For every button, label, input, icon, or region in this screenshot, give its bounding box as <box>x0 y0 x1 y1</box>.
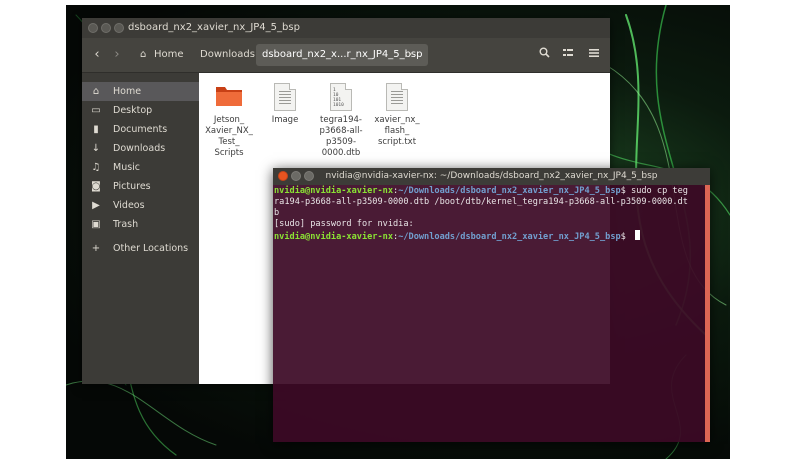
breadcrumb-current-folder[interactable]: dsboard_nx2_x...r_nx_JP4_5_bsp <box>256 44 429 66</box>
folder-icon <box>216 87 242 106</box>
terminal-scrollbar[interactable] <box>705 185 710 442</box>
pictures-icon: ◙ <box>91 181 101 192</box>
terminal-output[interactable]: nvidia@nvidia-xavier-nx:~/Downloads/dsbo… <box>274 185 705 443</box>
sidebar-item-music[interactable]: ♫ Music <box>82 158 199 177</box>
terminal-titlebar: nvidia@nvidia-xavier-nx: ~/Downloads/dsb… <box>273 168 710 185</box>
terminal-title: nvidia@nvidia-xavier-nx: ~/Downloads/dsb… <box>325 171 658 181</box>
documents-icon: ▮ <box>93 124 99 135</box>
terminal-line: nvidia@nvidia-xavier-nx:~/Downloads/dsbo… <box>274 230 705 243</box>
text-cursor <box>635 230 641 240</box>
home-icon: ⌂ <box>92 86 100 97</box>
desktop-icon: ▭ <box>91 105 101 116</box>
sidebar-item-desktop[interactable]: ▭ Desktop <box>82 101 199 120</box>
file-name-line: 0000.dtb <box>321 148 361 158</box>
menu-icon[interactable] <box>584 44 604 66</box>
file-item-folder[interactable]: Jetson_ Xavier_NX_ Test_ Scripts <box>201 83 257 159</box>
minimize-window-button[interactable] <box>101 23 111 33</box>
close-icon[interactable] <box>278 171 288 181</box>
terminal-line: b <box>274 208 280 218</box>
terminal-window[interactable]: nvidia@nvidia-xavier-nx: ~/Downloads/dsb… <box>273 168 710 442</box>
search-icon[interactable] <box>534 44 554 66</box>
file-name-line: flash_ <box>384 126 410 136</box>
sidebar-item-trash[interactable]: ▣ Trash <box>82 215 199 234</box>
text-file-icon <box>274 83 296 111</box>
maximize-icon[interactable] <box>304 171 314 181</box>
file-manager-toolbar: ‹ › ⌂ Home Downloads dsboard_nx2_x...r_n… <box>82 38 610 73</box>
trash-icon: ▣ <box>91 219 101 230</box>
breadcrumb-home[interactable]: ⌂ Home <box>136 44 190 66</box>
terminal-line: nvidia@nvidia-xavier-nx:~/Downloads/dsbo… <box>274 186 688 196</box>
file-item-dtb[interactable]: 1 10 101 1010 tegra194- p3668-all- p3509- 0… <box>313 83 369 159</box>
sidebar-item-home[interactable]: ⌂ Home <box>82 82 199 101</box>
file-name-line: tegra194- <box>320 115 362 125</box>
terminal-line: [sudo] password for nvidia: <box>274 219 414 229</box>
breadcrumb-next-icon[interactable]: › <box>404 44 416 66</box>
videos-icon: ▶ <box>92 200 100 211</box>
downloads-icon: ↓ <box>91 143 101 154</box>
forward-icon[interactable]: › <box>108 44 126 66</box>
sidebar-item-other-locations[interactable]: + Other Locations <box>82 239 199 258</box>
sidebar-item-pictures[interactable]: ◙ Pictures <box>82 177 199 196</box>
file-manager-title: dsboard_nx2_xavier_nx_JP4_5_bsp <box>128 22 300 33</box>
minimize-icon[interactable] <box>291 171 301 181</box>
maximize-window-button[interactable] <box>114 23 124 33</box>
file-manager-titlebar: dsboard_nx2_xavier_nx_JP4_5_bsp <box>82 18 610 38</box>
file-item-image[interactable]: Image <box>257 83 313 126</box>
file-name-line: Scripts <box>214 148 244 158</box>
binary-file-icon: 1 10 101 1010 <box>330 83 352 111</box>
add-icon: + <box>91 243 101 254</box>
places-sidebar: ⌂ Home ▭ Desktop ▮ Documents ↓ Downloads… <box>82 73 199 384</box>
file-name-line: Test_ <box>218 137 240 147</box>
sidebar-item-downloads[interactable]: ↓ Downloads <box>82 139 199 158</box>
music-icon: ♫ <box>91 162 101 173</box>
file-name-line: script.txt <box>377 137 417 147</box>
desktop-wallpaper: dsboard_nx2_xavier_nx_JP4_5_bsp ‹ › ⌂ Ho… <box>66 5 730 459</box>
text-file-icon <box>386 83 408 111</box>
back-icon[interactable]: ‹ <box>88 44 106 66</box>
file-name-line: Jetson_ <box>213 115 245 125</box>
close-window-button[interactable] <box>88 23 98 33</box>
breadcrumb-downloads[interactable]: Downloads <box>194 44 261 66</box>
home-icon: ⌂ <box>140 49 147 60</box>
view-options-icon[interactable] <box>558 44 578 66</box>
terminal-line: ra194-p3668-all-p3509-0000.dtb /boot/dtb… <box>274 197 688 207</box>
file-item-flash-script[interactable]: xavier_nx_ flash_ script.txt <box>369 83 425 148</box>
sidebar-item-documents[interactable]: ▮ Documents <box>82 120 199 139</box>
file-name-line: p3668-all- <box>319 126 363 136</box>
file-name-line: xavier_nx_ <box>374 115 420 125</box>
sidebar-item-videos[interactable]: ▶ Videos <box>82 196 199 215</box>
file-name-line: Xavier_NX_ <box>205 126 253 136</box>
file-name: Image <box>271 115 299 125</box>
file-name-line: p3509- <box>325 137 357 147</box>
